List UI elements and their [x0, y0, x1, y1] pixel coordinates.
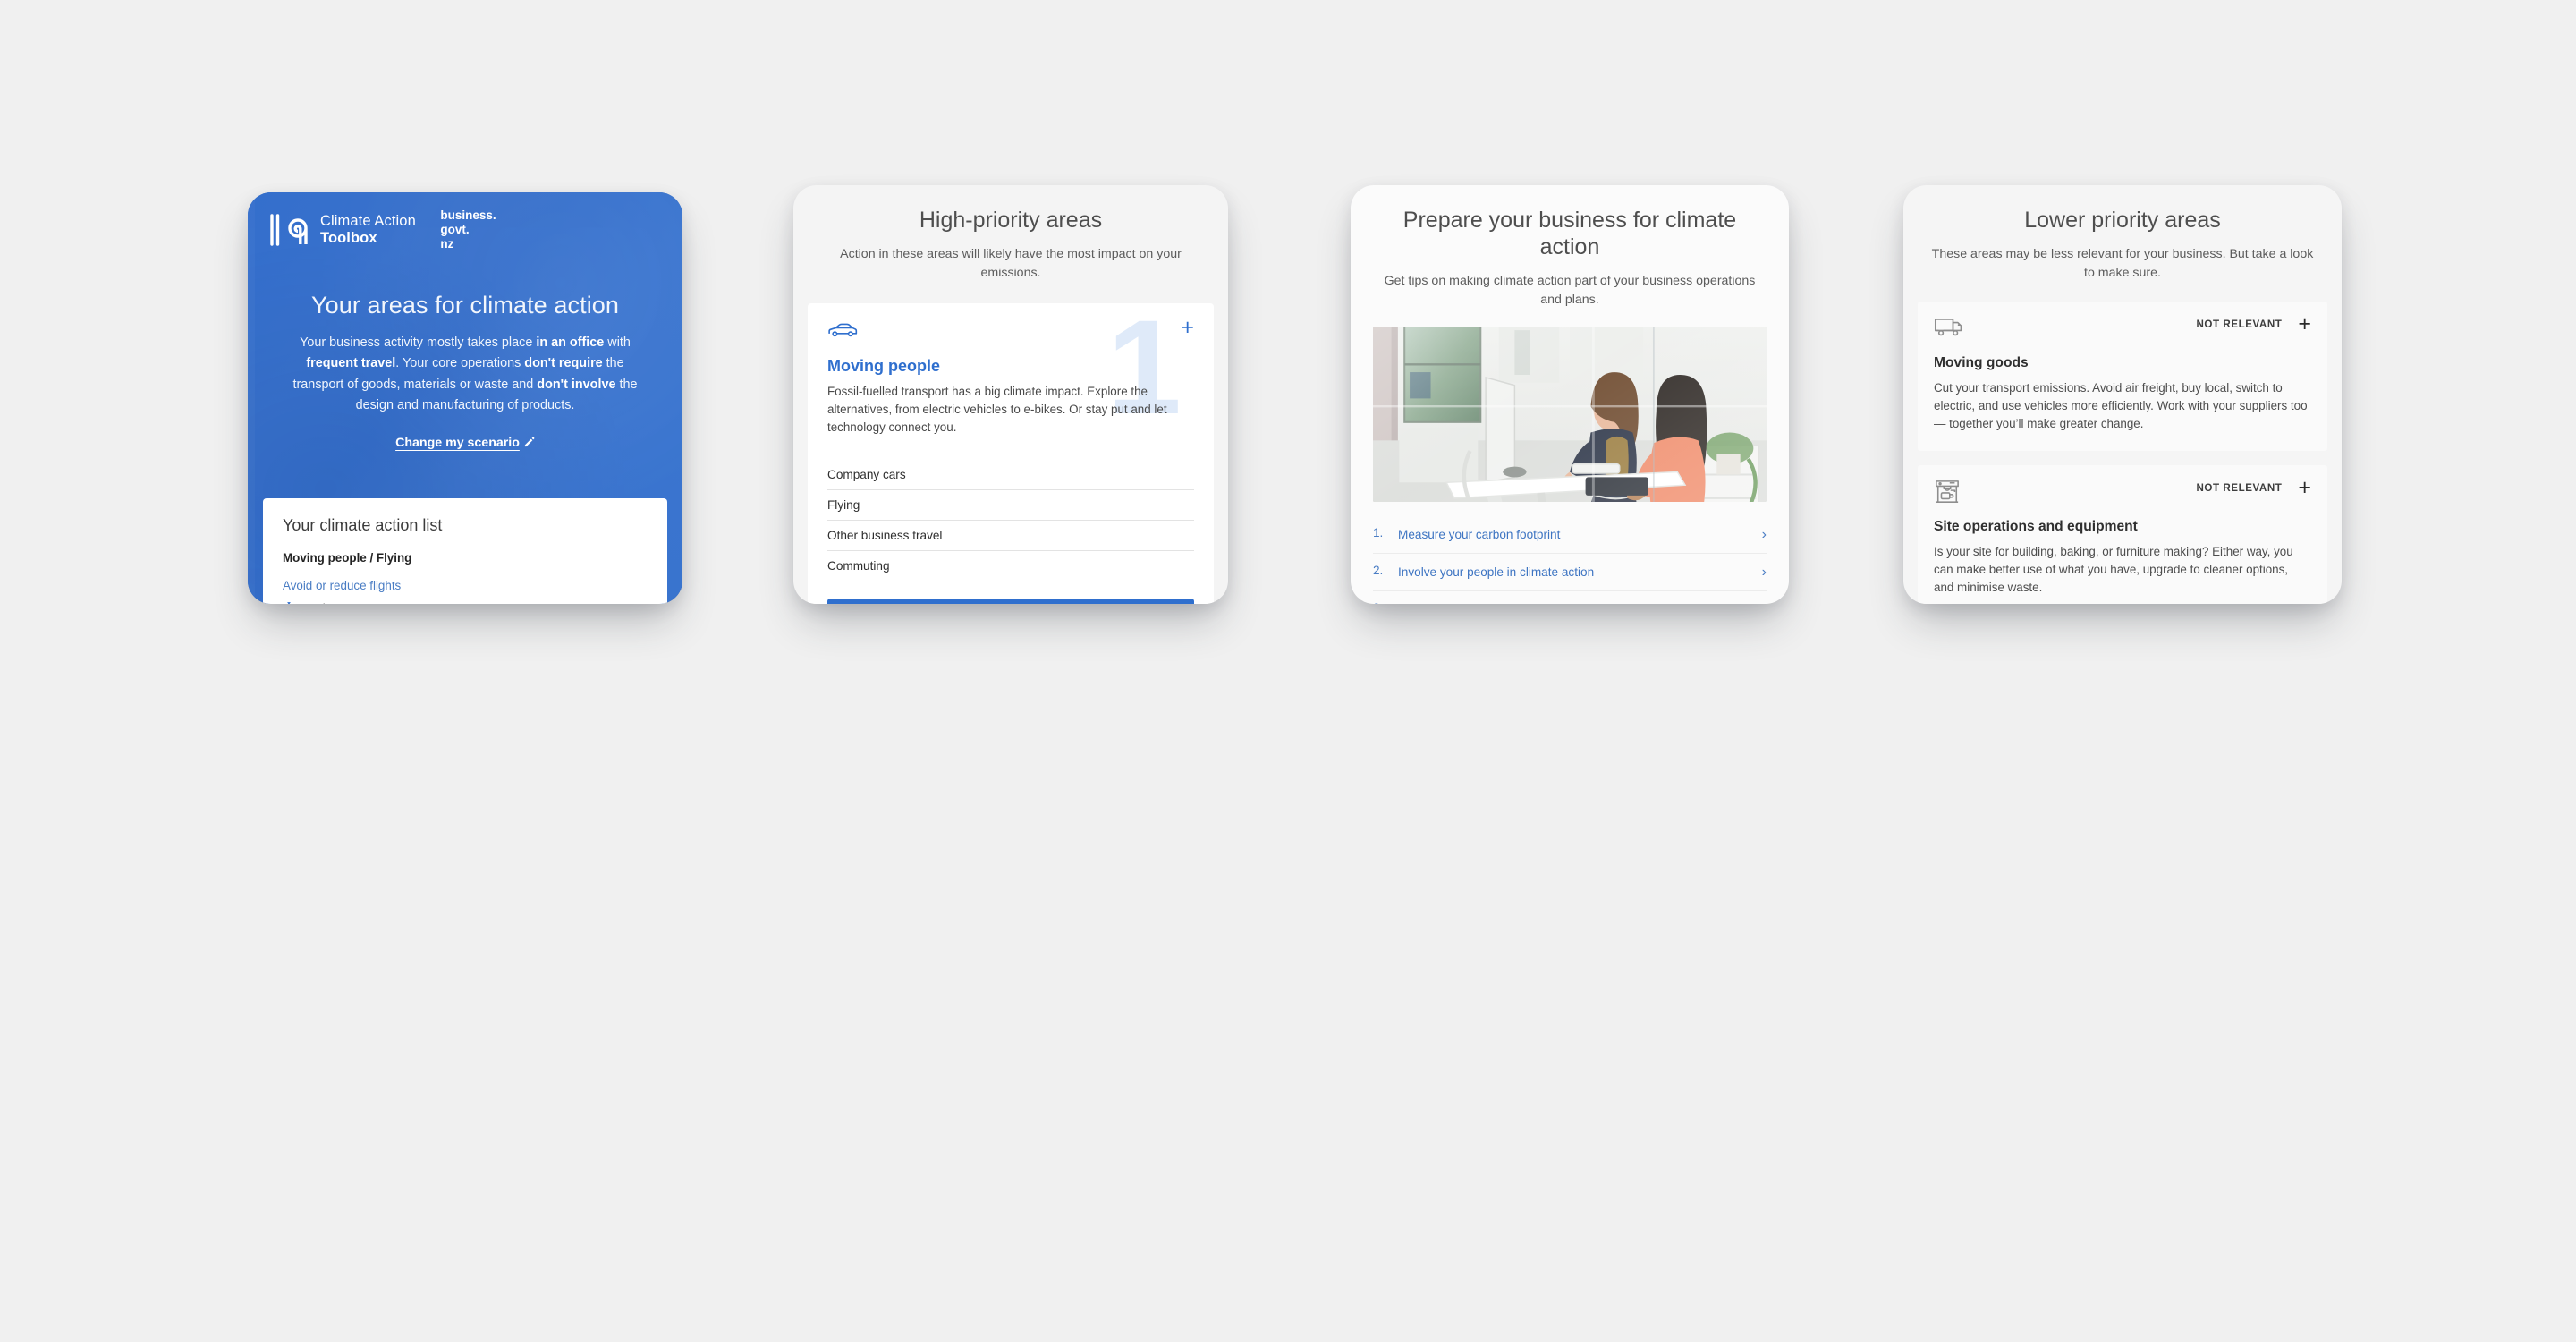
pin-icon[interactable]: [283, 601, 295, 604]
hero-para-bold4: don't involve: [537, 377, 616, 392]
status-badge: NOT RELEVANT: [2196, 481, 2283, 494]
action-category: Moving people / Flying: [283, 551, 412, 565]
list-item[interactable]: 3. Build climate action into your strate…: [1373, 591, 1767, 604]
hero-para-seg2: with: [604, 335, 631, 350]
action-status-icons: [283, 601, 648, 604]
climate-action-list-title: Your climate action list: [283, 516, 443, 534]
climate-action-toolbox-logo-icon: [269, 212, 309, 248]
page-title: High-priority areas: [919, 208, 1103, 233]
pencil-icon: [524, 437, 535, 451]
step-index: 2.: [1373, 563, 1384, 577]
change-my-scenario-label: Change my scenario: [395, 436, 520, 451]
hero-para-seg3: . Your core operations: [395, 356, 525, 371]
screenshot-stage: Climate Action Toolbox business. govt. n…: [0, 0, 2576, 1342]
panel-lower-priority-areas: Lower priority areas These areas may be …: [1903, 185, 2342, 604]
list-item[interactable]: Flying: [827, 490, 1194, 521]
govt-line1: business.: [440, 208, 496, 222]
expand-plus-icon[interactable]: +: [2298, 312, 2311, 335]
card-title[interactable]: Site operations and equipment: [1934, 519, 2311, 535]
chevron-right-icon: ›: [1761, 564, 1767, 580]
card-description: Cut your transport emissions. Avoid air …: [1934, 380, 2308, 430]
card-description: Is your site for building, baking, or fu…: [1934, 544, 2293, 595]
list-item[interactable]: Company cars: [827, 460, 1194, 490]
card-header-row: +: [827, 316, 1194, 344]
hero-para-seg1: Your business activity mostly takes plac…: [300, 335, 537, 350]
list-item[interactable]: Other business travel: [827, 521, 1194, 551]
panel-high-priority-areas: High-priority areas Action in these area…: [793, 185, 1228, 604]
list-item[interactable]: 1. Measure your carbon footprint ›: [1373, 516, 1767, 554]
list-item[interactable]: Commuting: [827, 551, 1194, 581]
card-status-controls: NOT RELEVANT +: [2196, 476, 2311, 498]
page-subtitle: These areas may be less relevant for you…: [1931, 247, 2314, 281]
page-title: Prepare your business for climate action: [1402, 208, 1737, 259]
page-subtitle: Action in these areas will likely have t…: [840, 247, 1182, 281]
hero-para-bold1: in an office: [536, 335, 605, 350]
brand-divider: [427, 209, 429, 250]
personalise-your-actions-button[interactable]: PERSONALISE YOUR ACTIONS: [827, 598, 1194, 604]
truck-icon: [1934, 316, 1964, 343]
card-description: Fossil-fuelled transport has a big clima…: [827, 384, 1167, 434]
govt-brand: business. govt. nz: [440, 208, 496, 251]
brand-lockup: Climate Action Toolbox business. govt. n…: [269, 208, 496, 251]
list-item: Moving people / Flying Avoid or reduce f…: [283, 551, 648, 604]
card-header-row: NOT RELEVANT +: [1934, 476, 2311, 506]
hero-para-bold2: frequent travel: [306, 356, 396, 371]
card-header-row: NOT RELEVANT +: [1934, 312, 2311, 343]
chevron-right-icon: ›: [1762, 601, 1767, 604]
panel-prepare-your-business: Prepare your business for climate action…: [1351, 185, 1789, 604]
expand-toggle-icon[interactable]: +: [1181, 316, 1194, 338]
hero-content: Your areas for climate action Your busin…: [248, 291, 682, 451]
chevron-right-icon: ›: [1761, 526, 1767, 542]
high-priority-header: High-priority areas Action in these area…: [793, 185, 1228, 287]
your-climate-action-list-sheet: Your climate action list Moving people /…: [263, 498, 667, 604]
page-title: Lower priority areas: [2024, 208, 2221, 233]
check-icon[interactable]: [309, 602, 326, 604]
govt-line2: govt.: [440, 222, 470, 236]
list-item[interactable]: 2. Involve your people in climate action…: [1373, 554, 1767, 592]
page-subtitle: Get tips on making climate action part o…: [1384, 274, 1756, 308]
change-my-scenario-link[interactable]: Change my scenario: [395, 436, 535, 450]
hero-para-bold3: don't require: [524, 356, 603, 371]
brand-name: Climate Action Toolbox: [320, 213, 416, 247]
two-women-at-standing-desk-photo: [1373, 326, 1767, 502]
car-icon: [827, 321, 858, 344]
prepare-steps-list: 1. Measure your carbon footprint › 2. In…: [1373, 516, 1767, 604]
brand-name-line1: Climate Action: [320, 212, 416, 229]
step-label: Involve your people in climate action: [1398, 565, 1595, 579]
card-status-controls: NOT RELEVANT +: [2196, 312, 2311, 335]
card-title[interactable]: Moving people: [827, 357, 1194, 376]
hero-title: Your areas for climate action: [310, 292, 620, 319]
step-label: Build climate action into your strategy: [1398, 601, 1751, 604]
govt-line3: nz: [440, 236, 454, 251]
card-title[interactable]: Moving goods: [1934, 355, 2311, 371]
brand-name-line2: Toolbox: [320, 229, 377, 246]
card-moving-people: 1 + Moving people Fossil-fuelled transpo…: [808, 302, 1214, 604]
coffee-machine-icon: [1934, 480, 1964, 506]
step-index: 1.: [1373, 525, 1384, 539]
card-sub-item-list: Company cars Flying Other business trave…: [827, 460, 1194, 581]
prepare-header: Prepare your business for climate action…: [1351, 185, 1789, 314]
step-label: Measure your carbon footprint: [1398, 527, 1561, 541]
card-moving-goods: NOT RELEVANT + Moving goods Cut your tra…: [1918, 301, 2327, 451]
expand-plus-icon[interactable]: +: [2298, 476, 2311, 498]
card-site-operations-and-equipment: NOT RELEVANT + Site operations and equip…: [1918, 464, 2327, 604]
panel-your-areas-for-climate-action: Climate Action Toolbox business. govt. n…: [248, 192, 682, 604]
status-badge: NOT RELEVANT: [2196, 318, 2283, 330]
hero-paragraph: Your business activity mostly takes plac…: [280, 333, 650, 416]
action-link[interactable]: Avoid or reduce flights: [283, 579, 648, 592]
lower-priority-header: Lower priority areas These areas may be …: [1903, 185, 2342, 287]
step-index: 3.: [1373, 601, 1387, 604]
